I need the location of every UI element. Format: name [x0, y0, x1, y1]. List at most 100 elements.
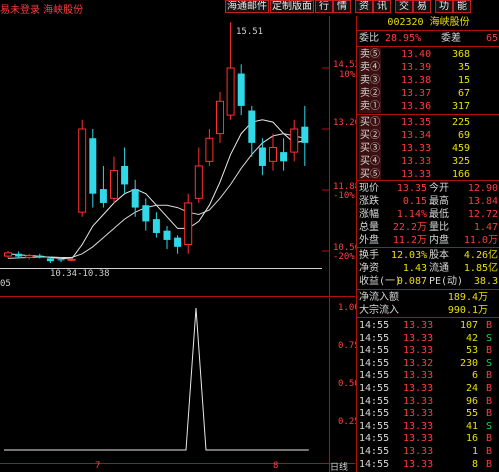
bid-label: 买④ — [359, 155, 381, 168]
quote-label-right: 量比 — [429, 222, 449, 233]
quote-label-left: 总量 — [359, 222, 379, 233]
candle-body — [280, 152, 288, 162]
tick-row: 14:55 13.33 1 B — [357, 445, 499, 458]
candle-body — [89, 138, 97, 194]
quote-label-right: 内盘 — [429, 235, 449, 246]
ask-row[interactable]: 卖③ 13.38 15 — [357, 74, 499, 87]
info-button-2[interactable]: 讯 — [373, 0, 391, 13]
flow-row: 净流入额 189.4万 — [357, 291, 499, 304]
quote-label-right: 今开 — [429, 183, 449, 194]
candle-body — [194, 165, 203, 199]
left-edge-label: 05 — [0, 279, 11, 289]
function-button-2[interactable]: 能 — [453, 0, 471, 13]
quote-label-right: 最高 — [429, 196, 449, 207]
stats-row: 换手 12.03% 股本 4.26亿 — [357, 249, 499, 262]
bid-label: 买③ — [359, 142, 381, 155]
tick-price: 13.33 — [403, 332, 434, 344]
period-label[interactable]: 日线 — [330, 460, 348, 472]
info-button-1[interactable]: 资 — [355, 0, 373, 13]
weibi-value: 28.95% — [385, 33, 422, 44]
tick-time: 14:55 — [359, 395, 390, 407]
ask-volume: 368 — [451, 49, 470, 60]
kline-chart-area[interactable]: 14.52 10% 13.20 11.88 -10% 10.56 -20% 1.… — [0, 16, 360, 472]
candle-body — [301, 126, 309, 143]
tick-side: B — [485, 383, 492, 394]
bid-volume: 69 — [457, 130, 470, 141]
tick-side: B — [485, 395, 492, 407]
bid-row[interactable]: 买② 13.34 69 — [357, 129, 499, 142]
tick-row: 14:55 13.33 107 B — [357, 319, 499, 332]
range-annotation: 10.34-10.38 — [50, 269, 110, 279]
stats-row: 净资 1.43 流通 1.85亿 — [357, 262, 499, 275]
stats-label-right: PE(动) — [429, 276, 464, 287]
tick-row: 14:55 13.33 24 B — [357, 382, 499, 395]
tick-price: 13.33 — [403, 395, 434, 407]
quote-label-left: 现价 — [359, 183, 379, 194]
quote-label-left: 涨幅 — [359, 209, 379, 220]
bid-price: 13.33 — [401, 156, 432, 167]
tick-side: B — [485, 370, 492, 382]
stock-code: 002320 — [387, 17, 424, 28]
market-button-2[interactable]: 情 — [333, 0, 351, 13]
ask-row[interactable]: 卖⑤ 13.40 368 — [357, 48, 499, 61]
tick-time: 14:55 — [359, 370, 390, 382]
tick-time: 14:55 — [359, 345, 390, 357]
tick-row: 14:55 13.33 16 B — [357, 432, 499, 445]
candle-body — [205, 137, 214, 162]
stats-value-left: 1.43 — [402, 263, 427, 274]
ask-volume: 15 — [457, 75, 470, 86]
tick-time: 14:55 — [359, 332, 390, 344]
price-pct-bottom: -20% — [333, 252, 355, 262]
market-button-1[interactable]: 行 — [315, 0, 333, 13]
bid-row[interactable]: 买③ 13.33 459 — [357, 142, 499, 155]
trade-button-2[interactable]: 易 — [413, 0, 431, 13]
tick-price: 13.33 — [403, 345, 434, 357]
price-pct-low: -10% — [333, 191, 355, 201]
tick-side: B — [485, 458, 492, 470]
flow-label: 大宗流入 — [359, 305, 399, 316]
candle-body — [226, 67, 235, 116]
ask-label: 卖⑤ — [359, 48, 381, 61]
ask-price: 13.37 — [401, 88, 432, 99]
ask-row[interactable]: 卖② 13.37 67 — [357, 87, 499, 100]
tick-time: 14:55 — [359, 433, 390, 445]
bid-row[interactable]: 买① 13.35 225 — [357, 116, 499, 129]
custom-layout-button[interactable]: 定制版面 — [270, 0, 314, 13]
quote-label-left: 涨跌 — [359, 196, 379, 207]
weibi-label: 委比 — [359, 33, 379, 44]
stats-label-left: 换手 — [359, 250, 379, 261]
tick-price: 13.33 — [403, 370, 434, 382]
function-button-1[interactable]: 功 — [435, 0, 453, 13]
quote-label-left: 外盘 — [359, 235, 379, 246]
candle-body — [46, 258, 54, 262]
tick-volume: 16 — [465, 433, 478, 445]
ask-row[interactable]: 卖① 13.36 317 — [357, 100, 499, 113]
ask-volume: 35 — [457, 62, 470, 73]
tick-time: 14:55 — [359, 320, 390, 331]
bid-volume: 459 — [451, 143, 470, 154]
stats-value-left: 12.03% — [391, 250, 428, 261]
tick-row: 14:55 13.33 53 B — [357, 344, 499, 357]
trade-button-1[interactable]: 交 — [395, 0, 413, 13]
ask-price: 13.38 — [401, 75, 432, 86]
bid-row[interactable]: 买④ 13.33 325 — [357, 155, 499, 168]
tick-volume: 230 — [459, 357, 478, 369]
tick-volume: 6 — [471, 370, 478, 382]
tick-volume: 53 — [465, 345, 478, 357]
bid-price: 13.34 — [401, 130, 432, 141]
tick-row: 14:55 13.33 96 B — [357, 395, 499, 408]
haitong-mail-button[interactable]: 海通邮件 — [225, 0, 269, 13]
ask-volume: 67 — [457, 88, 470, 99]
weicha-label: 委差 — [441, 33, 461, 44]
ask-label: 卖④ — [359, 61, 381, 74]
candle-body — [57, 259, 65, 261]
ask-row[interactable]: 卖④ 13.39 35 — [357, 61, 499, 74]
candle-body — [25, 255, 34, 258]
candle-body — [290, 128, 299, 153]
candle-body — [163, 230, 171, 240]
candle-body — [67, 258, 76, 261]
quote-row: 外盘 11.2万 内盘 11.0万 — [357, 234, 499, 247]
quote-value-right: 12.72 — [467, 209, 498, 220]
ask-label: 卖② — [359, 87, 381, 100]
weicha-value: 65 — [485, 33, 498, 44]
